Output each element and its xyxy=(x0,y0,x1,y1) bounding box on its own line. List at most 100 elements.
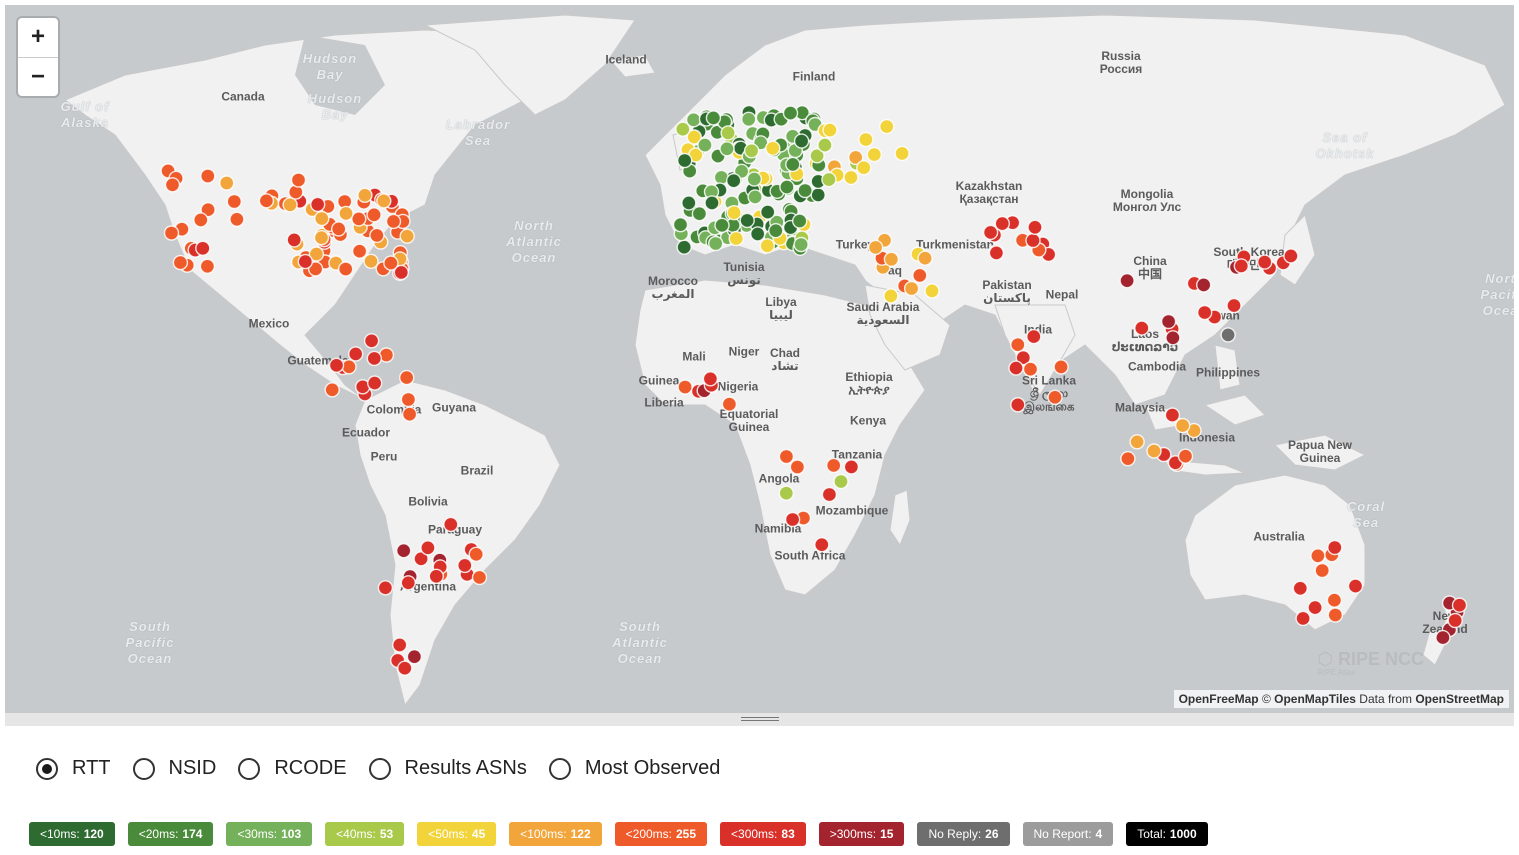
probe-marker[interactable] xyxy=(1451,597,1468,613)
zoom-in-button[interactable]: + xyxy=(18,18,58,57)
probe-marker[interactable] xyxy=(883,251,900,268)
probe-marker[interactable] xyxy=(988,245,1005,261)
probe-marker[interactable] xyxy=(1165,330,1181,346)
probe-marker[interactable] xyxy=(443,516,459,533)
probe-marker[interactable] xyxy=(833,473,849,490)
legend-chip[interactable]: <40ms: 53 xyxy=(325,822,405,846)
radio-button[interactable] xyxy=(132,757,155,780)
probe-marker[interactable] xyxy=(366,207,382,223)
openmaptiles-link[interactable]: OpenMapTiles xyxy=(1274,692,1356,706)
probe-marker[interactable] xyxy=(1195,277,1212,293)
probe-marker[interactable] xyxy=(341,359,357,375)
probe-marker[interactable] xyxy=(229,211,245,228)
probe-marker[interactable] xyxy=(457,557,473,574)
probe-marker[interactable] xyxy=(369,227,385,244)
probe-marker[interactable] xyxy=(385,213,402,230)
legend-chip[interactable]: <300ms: 83 xyxy=(720,822,806,846)
probe-marker[interactable] xyxy=(821,171,837,188)
probe-marker[interactable] xyxy=(392,637,408,653)
probe-marker[interactable] xyxy=(739,212,755,229)
probe-marker[interactable] xyxy=(675,121,691,137)
openfreemap-link[interactable]: OpenFreeMap xyxy=(1179,692,1259,706)
zoom-out-button[interactable]: − xyxy=(18,57,58,97)
probe-marker[interactable] xyxy=(338,261,354,277)
probe-marker[interactable] xyxy=(313,229,330,246)
probe-marker[interactable] xyxy=(1119,273,1135,289)
probe-marker[interactable] xyxy=(982,224,999,241)
probe-marker[interactable] xyxy=(826,457,842,474)
tab-rcode[interactable]: RCODE xyxy=(238,757,347,780)
probe-marker[interactable] xyxy=(193,212,209,228)
probe-marker[interactable] xyxy=(782,105,799,121)
tab-nsid[interactable]: NSID xyxy=(132,757,216,780)
probe-marker[interactable] xyxy=(924,283,940,299)
probe-marker[interactable] xyxy=(1026,328,1042,345)
probe-marker[interactable] xyxy=(728,230,744,247)
legend-chip[interactable]: >300ms: 15 xyxy=(818,822,905,846)
probe-marker[interactable] xyxy=(1134,320,1150,336)
probe-marker[interactable] xyxy=(1146,443,1162,459)
probe-marker[interactable] xyxy=(677,379,693,395)
probe-marker[interactable] xyxy=(1047,389,1063,405)
probe-marker[interactable] xyxy=(1129,434,1145,450)
probe-marker[interactable] xyxy=(420,540,436,556)
probe-marker[interactable] xyxy=(708,235,724,252)
probe-marker[interactable] xyxy=(821,486,838,503)
legend-chip[interactable]: <30ms: 103 xyxy=(226,822,313,846)
probe-marker[interactable] xyxy=(363,333,380,349)
probe-marker[interactable] xyxy=(1307,599,1323,616)
probe-marker[interactable] xyxy=(785,156,801,173)
probe-marker[interactable] xyxy=(726,204,742,221)
probe-marker[interactable] xyxy=(1010,397,1026,413)
probe-marker[interactable] xyxy=(747,189,763,205)
probe-marker[interactable] xyxy=(1327,539,1343,556)
probe-marker[interactable] xyxy=(720,125,736,141)
probe-marker[interactable] xyxy=(778,485,794,501)
probe-marker[interactable] xyxy=(1027,219,1043,236)
probe-marker[interactable] xyxy=(258,193,275,209)
probe-marker[interactable] xyxy=(714,217,730,234)
legend-chip[interactable]: No Reply: 26 xyxy=(917,822,1010,846)
legend-chip[interactable]: Total: 1000 xyxy=(1126,822,1208,846)
probe-marker[interactable] xyxy=(994,215,1010,232)
probe-marker[interactable] xyxy=(843,169,859,186)
probe-marker[interactable] xyxy=(883,288,899,304)
probe-marker[interactable] xyxy=(1347,578,1364,594)
probe-marker[interactable] xyxy=(366,350,382,367)
probe-marker[interactable] xyxy=(879,118,895,135)
probe-marker[interactable] xyxy=(195,240,211,257)
probe-marker[interactable] xyxy=(912,267,928,284)
probe-marker[interactable] xyxy=(1008,360,1024,376)
probe-marker[interactable] xyxy=(164,177,181,193)
probe-marker[interactable] xyxy=(1053,359,1069,375)
probe-marker[interactable] xyxy=(226,193,243,210)
probe-marker[interactable] xyxy=(856,159,872,176)
probe-marker[interactable] xyxy=(1256,254,1273,270)
probe-marker[interactable] xyxy=(681,195,697,211)
probe-marker[interactable] xyxy=(867,239,884,256)
probe-marker[interactable] xyxy=(866,146,882,163)
probe-marker[interactable] xyxy=(1164,407,1181,423)
probe-marker[interactable] xyxy=(697,137,713,153)
probe-marker[interactable] xyxy=(1025,232,1041,249)
probe-markers[interactable] xyxy=(5,5,1514,713)
probe-marker[interactable] xyxy=(784,511,801,528)
probe-marker[interactable] xyxy=(741,111,757,128)
probe-marker[interactable] xyxy=(793,236,809,253)
world-map[interactable]: Canada Hudson Bay Hudson Bay Gulf of Alaska… xyxy=(5,5,1514,713)
probe-marker[interactable] xyxy=(779,179,795,195)
probe-marker[interactable] xyxy=(768,222,784,239)
probe-marker[interactable] xyxy=(351,243,368,259)
probe-marker[interactable] xyxy=(377,580,394,596)
probe-marker[interactable] xyxy=(383,255,399,271)
probe-marker[interactable] xyxy=(814,537,830,553)
probe-marker[interactable] xyxy=(172,254,189,271)
radio-button[interactable] xyxy=(548,757,571,780)
probe-marker[interactable] xyxy=(1233,258,1250,274)
probe-marker[interactable] xyxy=(843,459,860,475)
probe-marker[interactable] xyxy=(797,182,813,199)
probe-marker[interactable] xyxy=(397,660,413,676)
probe-marker[interactable] xyxy=(691,205,708,222)
probe-marker[interactable] xyxy=(1226,297,1242,314)
probe-marker[interactable] xyxy=(702,371,719,387)
